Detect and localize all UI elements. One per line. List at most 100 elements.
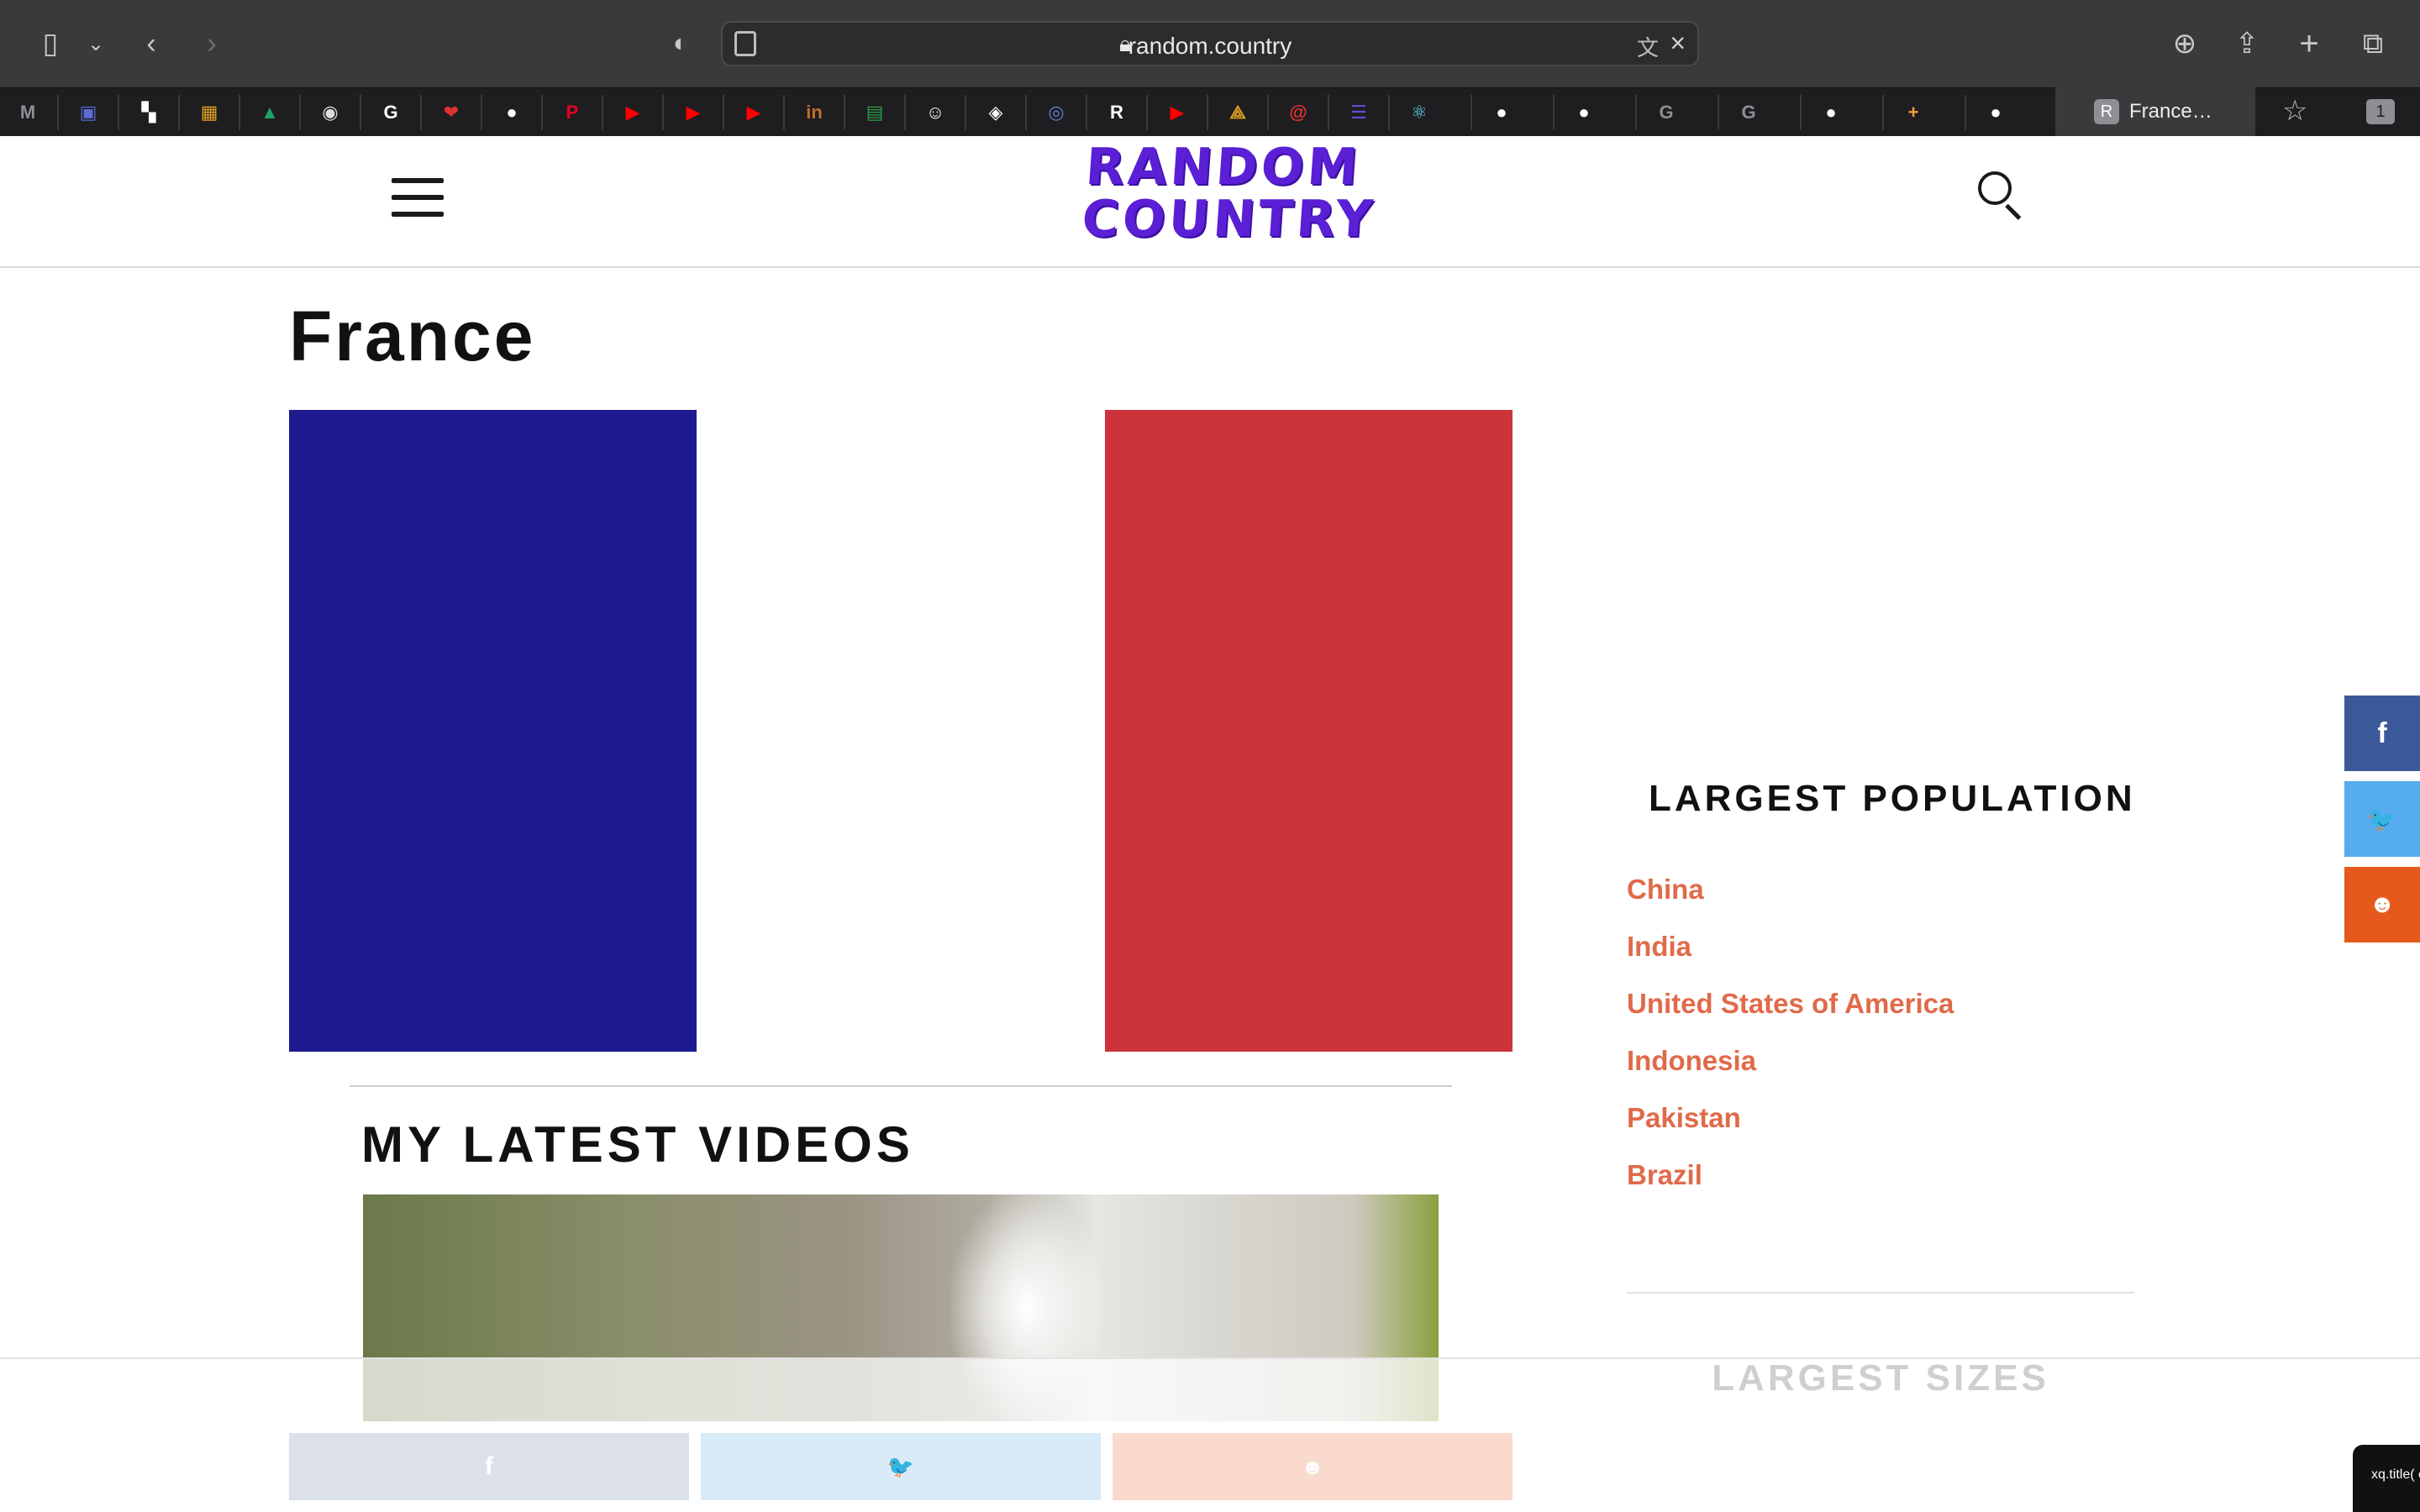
tab-separator (1965, 95, 1966, 130)
pinned-tab-colors-icon[interactable]: ▦ (195, 98, 224, 127)
facebook-icon: f (2377, 717, 2387, 749)
pinned-tab-swirl-icon[interactable]: @ (1284, 98, 1313, 127)
pinned-tab-eye-icon[interactable]: ◉ (316, 98, 345, 127)
back-icon[interactable]: ‹ (131, 24, 171, 64)
pinned-tab-classroom-icon[interactable]: ▤ (860, 98, 889, 127)
pinned-tab-checker-icon[interactable]: ▚ (134, 98, 163, 127)
pinned-tab-youtube-icon[interactable]: ▶ (679, 98, 708, 127)
flag-band-white (697, 410, 1105, 1052)
flag-band-blue (289, 410, 697, 1052)
close-icon[interactable]: × (1670, 28, 1686, 59)
url-text[interactable]: random.country (723, 33, 1697, 60)
pinned-tab-youtube-icon[interactable]: ▶ (739, 98, 768, 127)
tab-separator (1086, 95, 1087, 130)
pinned-tab-codepen-icon[interactable]: ◈ (981, 98, 1010, 127)
tab-separator (783, 95, 785, 130)
tab-separator (1388, 95, 1390, 130)
population-link[interactable]: United States of America (1627, 988, 1954, 1045)
tab-count-badge[interactable]: 1 (2366, 99, 2395, 124)
bottom-facebook-share[interactable]: f (289, 1433, 689, 1500)
sizes-heading: LARGEST SIZES (1712, 1357, 2049, 1399)
tab-separator (1267, 95, 1269, 130)
pinned-tab-list-icon[interactable]: ☰ (1344, 98, 1373, 127)
sidebar-toggle-icon[interactable]: ▯ (30, 24, 71, 64)
tab-separator (1207, 95, 1208, 130)
new-tab-icon[interactable]: + (2289, 24, 2329, 64)
tab-separator (420, 95, 422, 130)
pinned-tab-circle-icon[interactable]: ◎ (1042, 98, 1071, 127)
forward-icon[interactable]: › (192, 24, 232, 64)
logo-line-2: COUNTRY (1080, 190, 1378, 249)
logo-line-1: RANDOM (1083, 138, 1363, 197)
pinned-tab-g-grey-icon[interactable]: G (1652, 98, 1681, 127)
reddit-icon: ☻ (1301, 1453, 1324, 1479)
pinned-tab-app-window-icon[interactable]: ▣ (74, 98, 103, 127)
tab-separator (602, 95, 603, 130)
pinned-tab-panda-icon[interactable]: ☺ (921, 98, 950, 127)
pinned-tab-in-icon[interactable]: in (800, 98, 829, 127)
population-link[interactable]: Indonesia (1627, 1045, 1954, 1102)
pinned-tab-github-icon[interactable]: ● (1570, 98, 1598, 127)
chevron-down-icon[interactable]: ⌄ (76, 24, 116, 64)
population-link[interactable]: India (1627, 931, 1954, 988)
flag-band-red (1104, 410, 1512, 1052)
population-link[interactable]: China (1627, 874, 1954, 931)
shield-icon[interactable]: ◐ (660, 24, 701, 64)
star-icon[interactable]: ☆ (2282, 94, 2307, 128)
bottom-reddit-share[interactable]: ☻ (1113, 1433, 1512, 1500)
download-icon[interactable]: ⊕ (2165, 24, 2205, 64)
pinned-tab-google-icon[interactable]: G (376, 98, 405, 127)
site-logo[interactable]: RANDOM COUNTRY (1080, 138, 1378, 249)
twitter-icon: 🐦 (886, 1453, 915, 1479)
tab-separator (1718, 95, 1719, 130)
tab-separator (1470, 95, 1472, 130)
address-bar[interactable]: 🔒︎ random.country 文 × (721, 21, 1699, 66)
twitter-icon: 🐦 (2367, 806, 2397, 832)
videos-heading: MY LATEST VIDEOS (361, 1116, 914, 1173)
tab-separator (662, 95, 664, 130)
tab-separator (360, 95, 361, 130)
pinned-tab-gmail-m-icon[interactable]: M (13, 98, 42, 127)
tab-separator (965, 95, 966, 130)
search-icon[interactable] (1978, 171, 2025, 220)
menu-icon[interactable] (392, 178, 444, 217)
twitter-share-button[interactable]: 🐦 (2344, 781, 2420, 857)
tab-france[interactable]: R France… (2055, 87, 2255, 136)
page-title: France (289, 297, 536, 375)
pinned-tab-github-icon[interactable]: ● (1981, 98, 2010, 127)
tab-separator (1025, 95, 1027, 130)
pinned-tab-youtube-icon[interactable]: ▶ (618, 98, 647, 127)
population-link[interactable]: Pakistan (1627, 1102, 1954, 1159)
pinned-tab-react-icon[interactable]: ⚛ (1405, 98, 1434, 127)
tab-separator (541, 95, 543, 130)
pinned-tab-g-grey-icon[interactable]: G (1734, 98, 1763, 127)
tab-overview-icon[interactable]: ⧉ (2353, 24, 2393, 64)
pinned-tab-triangle-icon[interactable]: ⟁ (1223, 98, 1252, 127)
pinned-tab-youtube-icon[interactable]: ▶ (1163, 98, 1192, 127)
tab-separator (1800, 95, 1802, 130)
pinned-tab-pinterest-icon[interactable]: P (558, 98, 587, 127)
tab-separator (299, 95, 301, 130)
facebook-share-button[interactable]: f (2344, 696, 2420, 771)
translate-icon[interactable]: 文 (1637, 31, 1659, 62)
pinned-tab-r-script-icon[interactable]: R (1102, 98, 1131, 127)
tab-separator (904, 95, 906, 130)
pinned-tab-heart-icon[interactable]: ❤ (437, 98, 466, 127)
tab-separator (1882, 95, 1884, 130)
tab-separator (118, 95, 119, 130)
population-list: China India United States of America Ind… (1627, 874, 1954, 1216)
pinned-tab-google-drive-icon[interactable]: ▲ (255, 98, 284, 127)
content-divider (350, 1085, 1452, 1087)
share-icon[interactable]: ⇪ (2227, 24, 2267, 64)
browser-toolbar: ▯ ⌄ ‹ › ◐ 🔒︎ random.country 文 × ⊕ ⇪ + ⧉ (0, 0, 2420, 87)
pinned-tab-github-icon[interactable]: ● (1487, 98, 1516, 127)
pinned-tab-github-icon[interactable]: ● (1817, 98, 1845, 127)
site-header: RANDOM COUNTRY (0, 136, 2420, 268)
population-link[interactable]: Brazil (1627, 1159, 1954, 1216)
bottom-twitter-share[interactable]: 🐦 (701, 1433, 1101, 1500)
reddit-share-button[interactable]: ☻ (2344, 867, 2420, 942)
code-tooltip: xq.title( colo padd (2353, 1445, 2420, 1512)
pinned-tab-plus-orange-icon[interactable]: + (1899, 98, 1928, 127)
pinned-tab-github-icon[interactable]: ● (497, 98, 526, 127)
tab-separator (239, 95, 240, 130)
